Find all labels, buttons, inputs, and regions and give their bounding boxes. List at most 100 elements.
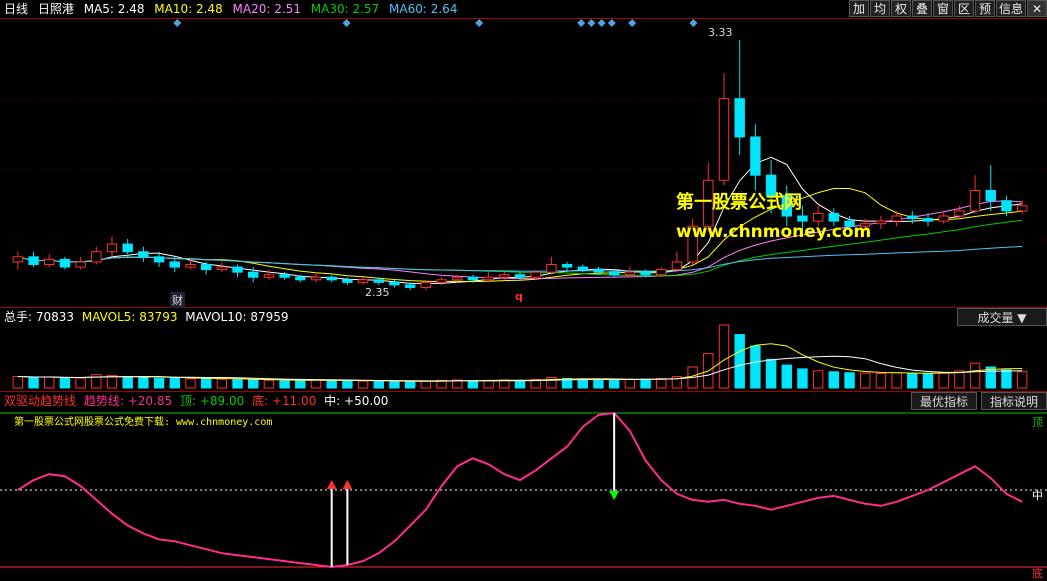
volume-header: 总手: 70833 MAVOL5: 83793 MAVOL10: 87959	[4, 309, 289, 325]
indicator-buttons: 最优指标 指标说明	[907, 392, 1047, 410]
signal-diamond	[689, 19, 698, 27]
volume-bar	[875, 372, 887, 389]
candle-body	[985, 190, 996, 202]
candle-body	[608, 271, 620, 276]
candle-body	[734, 98, 745, 138]
top-axis-label: 顶	[1032, 416, 1043, 429]
volume-bar	[106, 375, 118, 389]
candle-body	[1016, 205, 1028, 212]
candle-body	[561, 263, 573, 268]
mavol10-line	[17, 355, 1023, 382]
volume-bar	[1016, 371, 1028, 389]
candle-body	[514, 274, 526, 278]
candle-body	[483, 276, 494, 281]
candle-body	[640, 271, 651, 276]
volume-bar	[28, 377, 39, 389]
signal-diamond	[597, 19, 606, 27]
candle-body	[1001, 200, 1012, 212]
chevron-down-icon: ▼	[1017, 311, 1027, 325]
candle-body	[750, 136, 761, 176]
volume-bar	[797, 368, 808, 389]
candle-body	[232, 266, 243, 273]
candle-body	[938, 215, 949, 222]
best-indicator-button[interactable]: 最优指标	[910, 392, 977, 410]
volume-bar	[718, 324, 730, 389]
candle-body	[452, 276, 463, 281]
volume-bar	[656, 377, 667, 389]
volume-bar	[812, 370, 824, 389]
volume-bar	[342, 380, 353, 389]
price-chart[interactable]	[0, 0, 1047, 580]
volume-bar	[59, 377, 71, 389]
candle-body	[342, 279, 353, 283]
volume-bar	[969, 362, 981, 389]
volume-bar	[232, 379, 243, 389]
signal-diamond	[628, 19, 637, 27]
volume-bar	[169, 377, 180, 389]
volume-bar	[891, 372, 902, 389]
candle-body	[373, 279, 384, 283]
candle-body	[828, 212, 840, 222]
volume-select-button[interactable]: 成交量 ▼	[957, 308, 1047, 326]
candle-body	[310, 276, 322, 281]
candle-body	[216, 266, 228, 271]
pane-divider-top	[0, 18, 1047, 19]
high-price-label: 3.33	[708, 26, 733, 39]
volume-bar	[860, 372, 871, 389]
volume-bar	[593, 379, 604, 389]
bottom-value: 底: +11.00	[252, 394, 317, 408]
volume-bar	[938, 372, 949, 389]
candle-body	[467, 276, 479, 281]
pane-divider-volume	[0, 307, 1047, 308]
indicator-name: 双驱动趋势线	[4, 394, 77, 408]
candle-body	[922, 218, 934, 222]
signal-diamond	[587, 19, 596, 27]
bottom-axis-label: 底	[1032, 567, 1043, 580]
candle-body	[59, 258, 71, 268]
pane-divider-indicator	[0, 391, 1047, 392]
volume-bar	[922, 373, 934, 389]
candle-body	[797, 215, 808, 222]
mid-value: 中: +50.00	[324, 394, 389, 408]
volume-bar	[153, 377, 165, 389]
candle-body	[153, 256, 165, 263]
volume-bar	[295, 379, 306, 389]
candle-body	[954, 210, 965, 217]
buy-arrow-icon	[326, 480, 337, 489]
ma30-line	[17, 219, 1023, 277]
volume-bar	[781, 364, 792, 389]
watermark-title: 第一股票公式网	[676, 192, 802, 213]
volume-bar	[75, 377, 86, 389]
candle-body	[263, 274, 275, 278]
candle-body	[875, 220, 887, 225]
q-marker[interactable]: q	[515, 290, 523, 303]
volume-bar	[608, 379, 620, 389]
candle-body	[122, 243, 133, 253]
candle-body	[357, 279, 369, 283]
ma5-line	[17, 156, 1023, 284]
candle-body	[169, 261, 180, 268]
volume-bar	[44, 376, 55, 389]
mid-axis-label: 中	[1032, 489, 1043, 502]
candle-body	[248, 271, 259, 278]
ma10-line	[17, 188, 1023, 283]
volume-bar	[577, 378, 588, 389]
signal-diamond	[475, 19, 484, 27]
volume-bar	[326, 379, 337, 389]
finance-marker[interactable]: 财	[170, 292, 185, 308]
candle-body	[969, 190, 981, 212]
mavol10-label: MAVOL10: 87959	[185, 310, 289, 324]
candle-body	[200, 263, 212, 271]
signal-diamond	[607, 19, 616, 27]
volume-bar	[844, 372, 855, 389]
volume-bar	[734, 334, 745, 389]
volume-bar	[640, 378, 651, 389]
candle-body	[91, 251, 102, 263]
zongshou-label: 总手: 70833	[4, 310, 75, 324]
indicator-help-button[interactable]: 指标说明	[980, 392, 1047, 410]
candle-body	[138, 251, 149, 258]
volume-bar	[483, 379, 494, 389]
volume-bar	[389, 381, 400, 389]
candle-body	[546, 263, 557, 273]
candle-body	[185, 263, 196, 268]
